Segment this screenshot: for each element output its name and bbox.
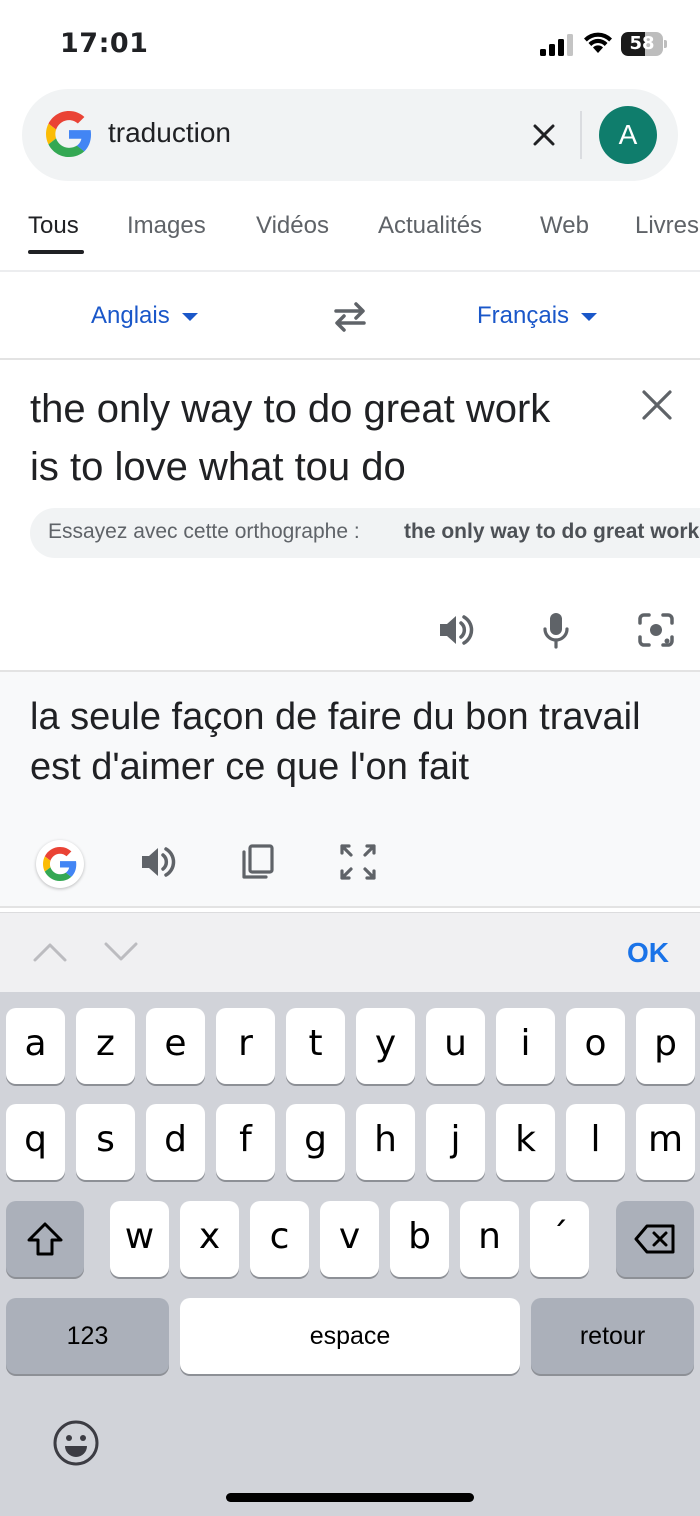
space-key[interactable]: espace xyxy=(180,1298,520,1374)
account-avatar[interactable]: A xyxy=(599,106,657,164)
key-u[interactable]: u xyxy=(426,1008,485,1084)
key-n[interactable]: n xyxy=(460,1201,519,1277)
translation-output-panel: la seule façon de faire du bon travail e… xyxy=(0,672,700,908)
google-search-translation-button[interactable] xyxy=(36,840,84,888)
search-tabs: Tous Images Vidéos Actualités Web Livres xyxy=(0,196,700,272)
delete-key[interactable] xyxy=(616,1201,694,1277)
numbers-key[interactable]: 123 xyxy=(6,1298,169,1374)
chevron-down-icon xyxy=(581,312,598,321)
tab-tous[interactable]: Tous xyxy=(28,212,79,240)
suggestion-value[interactable]: the only way to do great work is to love… xyxy=(404,520,700,544)
target-language-select[interactable]: Français xyxy=(477,302,598,330)
source-language-select[interactable]: Anglais xyxy=(91,302,198,330)
active-tab-indicator xyxy=(28,250,84,254)
key-acute-accent[interactable]: ´ xyxy=(530,1201,589,1277)
shift-icon xyxy=(27,1222,63,1256)
keyboard: a z e r t y u i o p q s d f g h j k l m … xyxy=(0,992,700,1516)
speaker-icon[interactable] xyxy=(436,610,476,650)
status-time: 17:01 xyxy=(60,28,149,59)
camera-lens-icon[interactable] xyxy=(636,610,676,650)
wifi-icon xyxy=(584,32,612,53)
language-selector-row: Anglais Français xyxy=(0,272,700,360)
battery-icon: 58 xyxy=(621,32,667,56)
copy-icon[interactable] xyxy=(238,842,278,882)
search-input[interactable]: traduction xyxy=(108,117,231,149)
source-language-label: Anglais xyxy=(91,302,170,329)
google-logo-icon xyxy=(43,847,77,881)
backspace-icon xyxy=(634,1224,675,1254)
search-bar[interactable]: traduction A xyxy=(22,89,678,181)
tab-videos[interactable]: Vidéos xyxy=(256,212,329,240)
ok-button[interactable]: OK xyxy=(627,937,669,969)
tab-images[interactable]: Images xyxy=(127,212,206,240)
key-b[interactable]: b xyxy=(390,1201,449,1277)
clear-search-icon[interactable] xyxy=(524,115,564,155)
key-y[interactable]: y xyxy=(356,1008,415,1084)
chevron-down-icon xyxy=(181,312,198,321)
swap-languages-icon[interactable] xyxy=(330,300,370,334)
chevron-up-icon[interactable] xyxy=(32,939,68,965)
key-a[interactable]: a xyxy=(6,1008,65,1084)
key-d[interactable]: d xyxy=(146,1104,205,1180)
key-h[interactable]: h xyxy=(356,1104,415,1180)
key-k[interactable]: k xyxy=(496,1104,555,1180)
source-text-input[interactable]: the only way to do great work is to love… xyxy=(30,380,590,496)
key-j[interactable]: j xyxy=(426,1104,485,1180)
key-s[interactable]: s xyxy=(76,1104,135,1180)
key-t[interactable]: t xyxy=(286,1008,345,1084)
tab-actualites[interactable]: Actualités xyxy=(378,212,482,240)
key-m[interactable]: m xyxy=(636,1104,695,1180)
speaker-icon[interactable] xyxy=(138,842,178,882)
key-i[interactable]: i xyxy=(496,1008,555,1084)
search-divider xyxy=(580,111,582,159)
key-z[interactable]: z xyxy=(76,1008,135,1084)
google-logo-icon[interactable] xyxy=(46,111,92,157)
key-x[interactable]: x xyxy=(180,1201,239,1277)
emoji-icon[interactable] xyxy=(52,1419,100,1467)
tab-livres[interactable]: Livres xyxy=(635,212,699,240)
tab-web[interactable]: Web xyxy=(540,212,589,240)
home-indicator xyxy=(226,1493,474,1502)
key-v[interactable]: v xyxy=(320,1201,379,1277)
spelling-suggestion[interactable]: Essayez avec cette orthographe : the onl… xyxy=(30,508,700,558)
key-f[interactable]: f xyxy=(216,1104,275,1180)
key-r[interactable]: r xyxy=(216,1008,275,1084)
key-c[interactable]: c xyxy=(250,1201,309,1277)
return-key[interactable]: retour xyxy=(531,1298,694,1374)
battery-level: 58 xyxy=(629,33,655,54)
key-o[interactable]: o xyxy=(566,1008,625,1084)
translation-output-text: la seule façon de faire du bon travail e… xyxy=(30,696,641,788)
source-text-panel: the only way to do great work is to love… xyxy=(0,360,700,672)
fullscreen-icon[interactable] xyxy=(338,842,378,882)
shift-key[interactable] xyxy=(6,1201,84,1277)
key-g[interactable]: g xyxy=(286,1104,345,1180)
chevron-down-icon[interactable] xyxy=(103,939,139,965)
key-p[interactable]: p xyxy=(636,1008,695,1084)
cellular-signal-icon xyxy=(540,34,573,56)
target-language-label: Français xyxy=(477,302,570,329)
key-l[interactable]: l xyxy=(566,1104,625,1180)
keyboard-accessory-bar: OK xyxy=(0,912,700,992)
status-bar: 17:01 58 xyxy=(0,0,700,88)
key-q[interactable]: q xyxy=(6,1104,65,1180)
suggestion-label: Essayez avec cette orthographe : xyxy=(48,520,360,543)
microphone-icon[interactable] xyxy=(536,610,576,650)
key-w[interactable]: w xyxy=(110,1201,169,1277)
clear-source-icon[interactable] xyxy=(640,388,674,422)
key-e[interactable]: e xyxy=(146,1008,205,1084)
